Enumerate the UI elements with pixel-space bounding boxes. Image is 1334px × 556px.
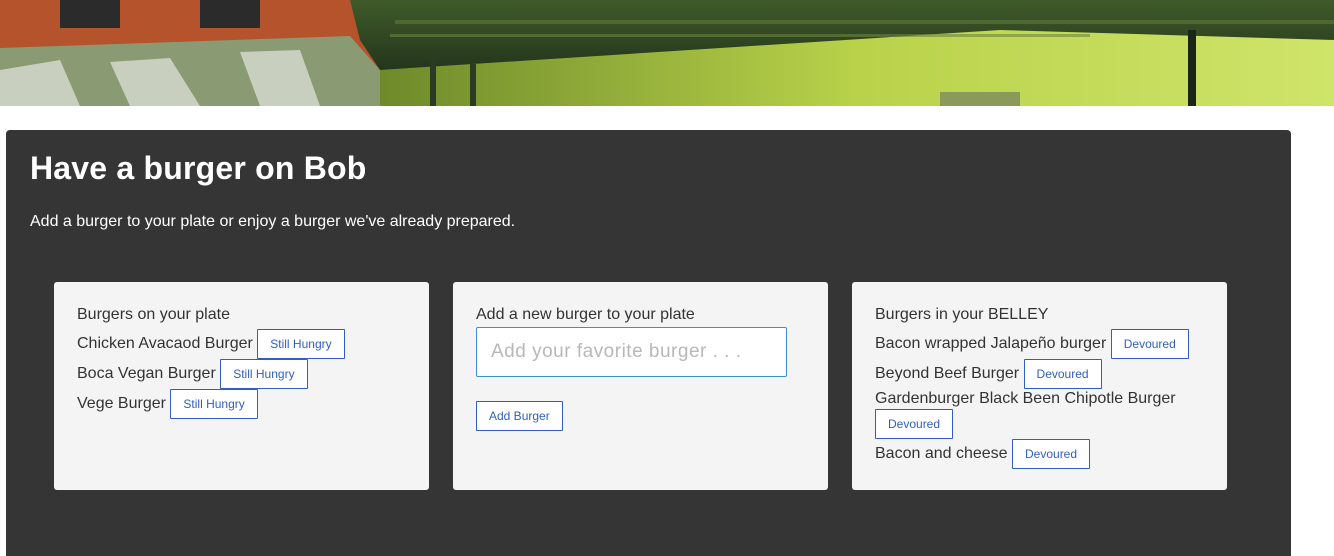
devoured-button[interactable]: Devoured xyxy=(1023,359,1102,389)
burger-name: Bacon wrapped Jalapeño burger xyxy=(875,335,1107,352)
list-item: Bacon and cheese Devoured xyxy=(875,439,1204,470)
devoured-button[interactable]: Devoured xyxy=(875,409,954,440)
main-panel: Have a burger on Bob Add a burger to you… xyxy=(6,130,1291,556)
add-burger-card: Add a new burger to your plate Add Burge… xyxy=(453,282,828,490)
belly-list: Bacon wrapped Jalapeño burger Devoured B… xyxy=(875,329,1204,470)
list-item: Gardenburger Black Been Chipotle Burger … xyxy=(875,389,1204,440)
page-title: Have a burger on Bob xyxy=(30,150,367,186)
add-burger-heading: Add a new burger to your plate xyxy=(476,306,695,323)
add-burger-button[interactable]: Add Burger xyxy=(476,401,563,431)
list-item: Boca Vegan Burger Still Hungry xyxy=(77,359,406,389)
list-item: Beyond Beef Burger Devoured xyxy=(875,359,1204,389)
belly-card: Burgers in your BELLEY Bacon wrapped Jal… xyxy=(852,282,1227,490)
burger-name: Bacon and cheese xyxy=(875,445,1008,463)
header-banner-image xyxy=(0,0,1334,106)
belly-heading: Burgers in your BELLEY xyxy=(875,306,1049,323)
devoured-button[interactable]: Devoured xyxy=(1110,329,1189,359)
burger-name-input[interactable] xyxy=(476,327,787,377)
burger-name: Gardenburger Black Been Chipotle Burger xyxy=(875,390,1176,407)
plate-heading: Burgers on your plate xyxy=(77,306,230,323)
list-item: Bacon wrapped Jalapeño burger Devoured xyxy=(875,329,1204,359)
list-item: Vege Burger Still Hungry xyxy=(77,389,406,419)
burger-name: Boca Vegan Burger xyxy=(77,365,216,382)
still-hungry-button[interactable]: Still Hungry xyxy=(220,359,308,389)
burger-name: Beyond Beef Burger xyxy=(875,365,1020,382)
still-hungry-button[interactable]: Still Hungry xyxy=(170,389,258,419)
still-hungry-button[interactable]: Still Hungry xyxy=(257,329,345,359)
burger-name: Chicken Avacaod Burger xyxy=(77,335,253,352)
plate-list: Chicken Avacaod Burger Still Hungry Boca… xyxy=(77,329,406,419)
plate-card: Burgers on your plate Chicken Avacaod Bu… xyxy=(54,282,429,490)
burger-name: Vege Burger xyxy=(77,395,166,412)
list-item: Chicken Avacaod Burger Still Hungry xyxy=(77,329,406,359)
page-subtitle: Add a burger to your plate or enjoy a bu… xyxy=(30,213,516,230)
devoured-button[interactable]: Devoured xyxy=(1012,439,1091,470)
